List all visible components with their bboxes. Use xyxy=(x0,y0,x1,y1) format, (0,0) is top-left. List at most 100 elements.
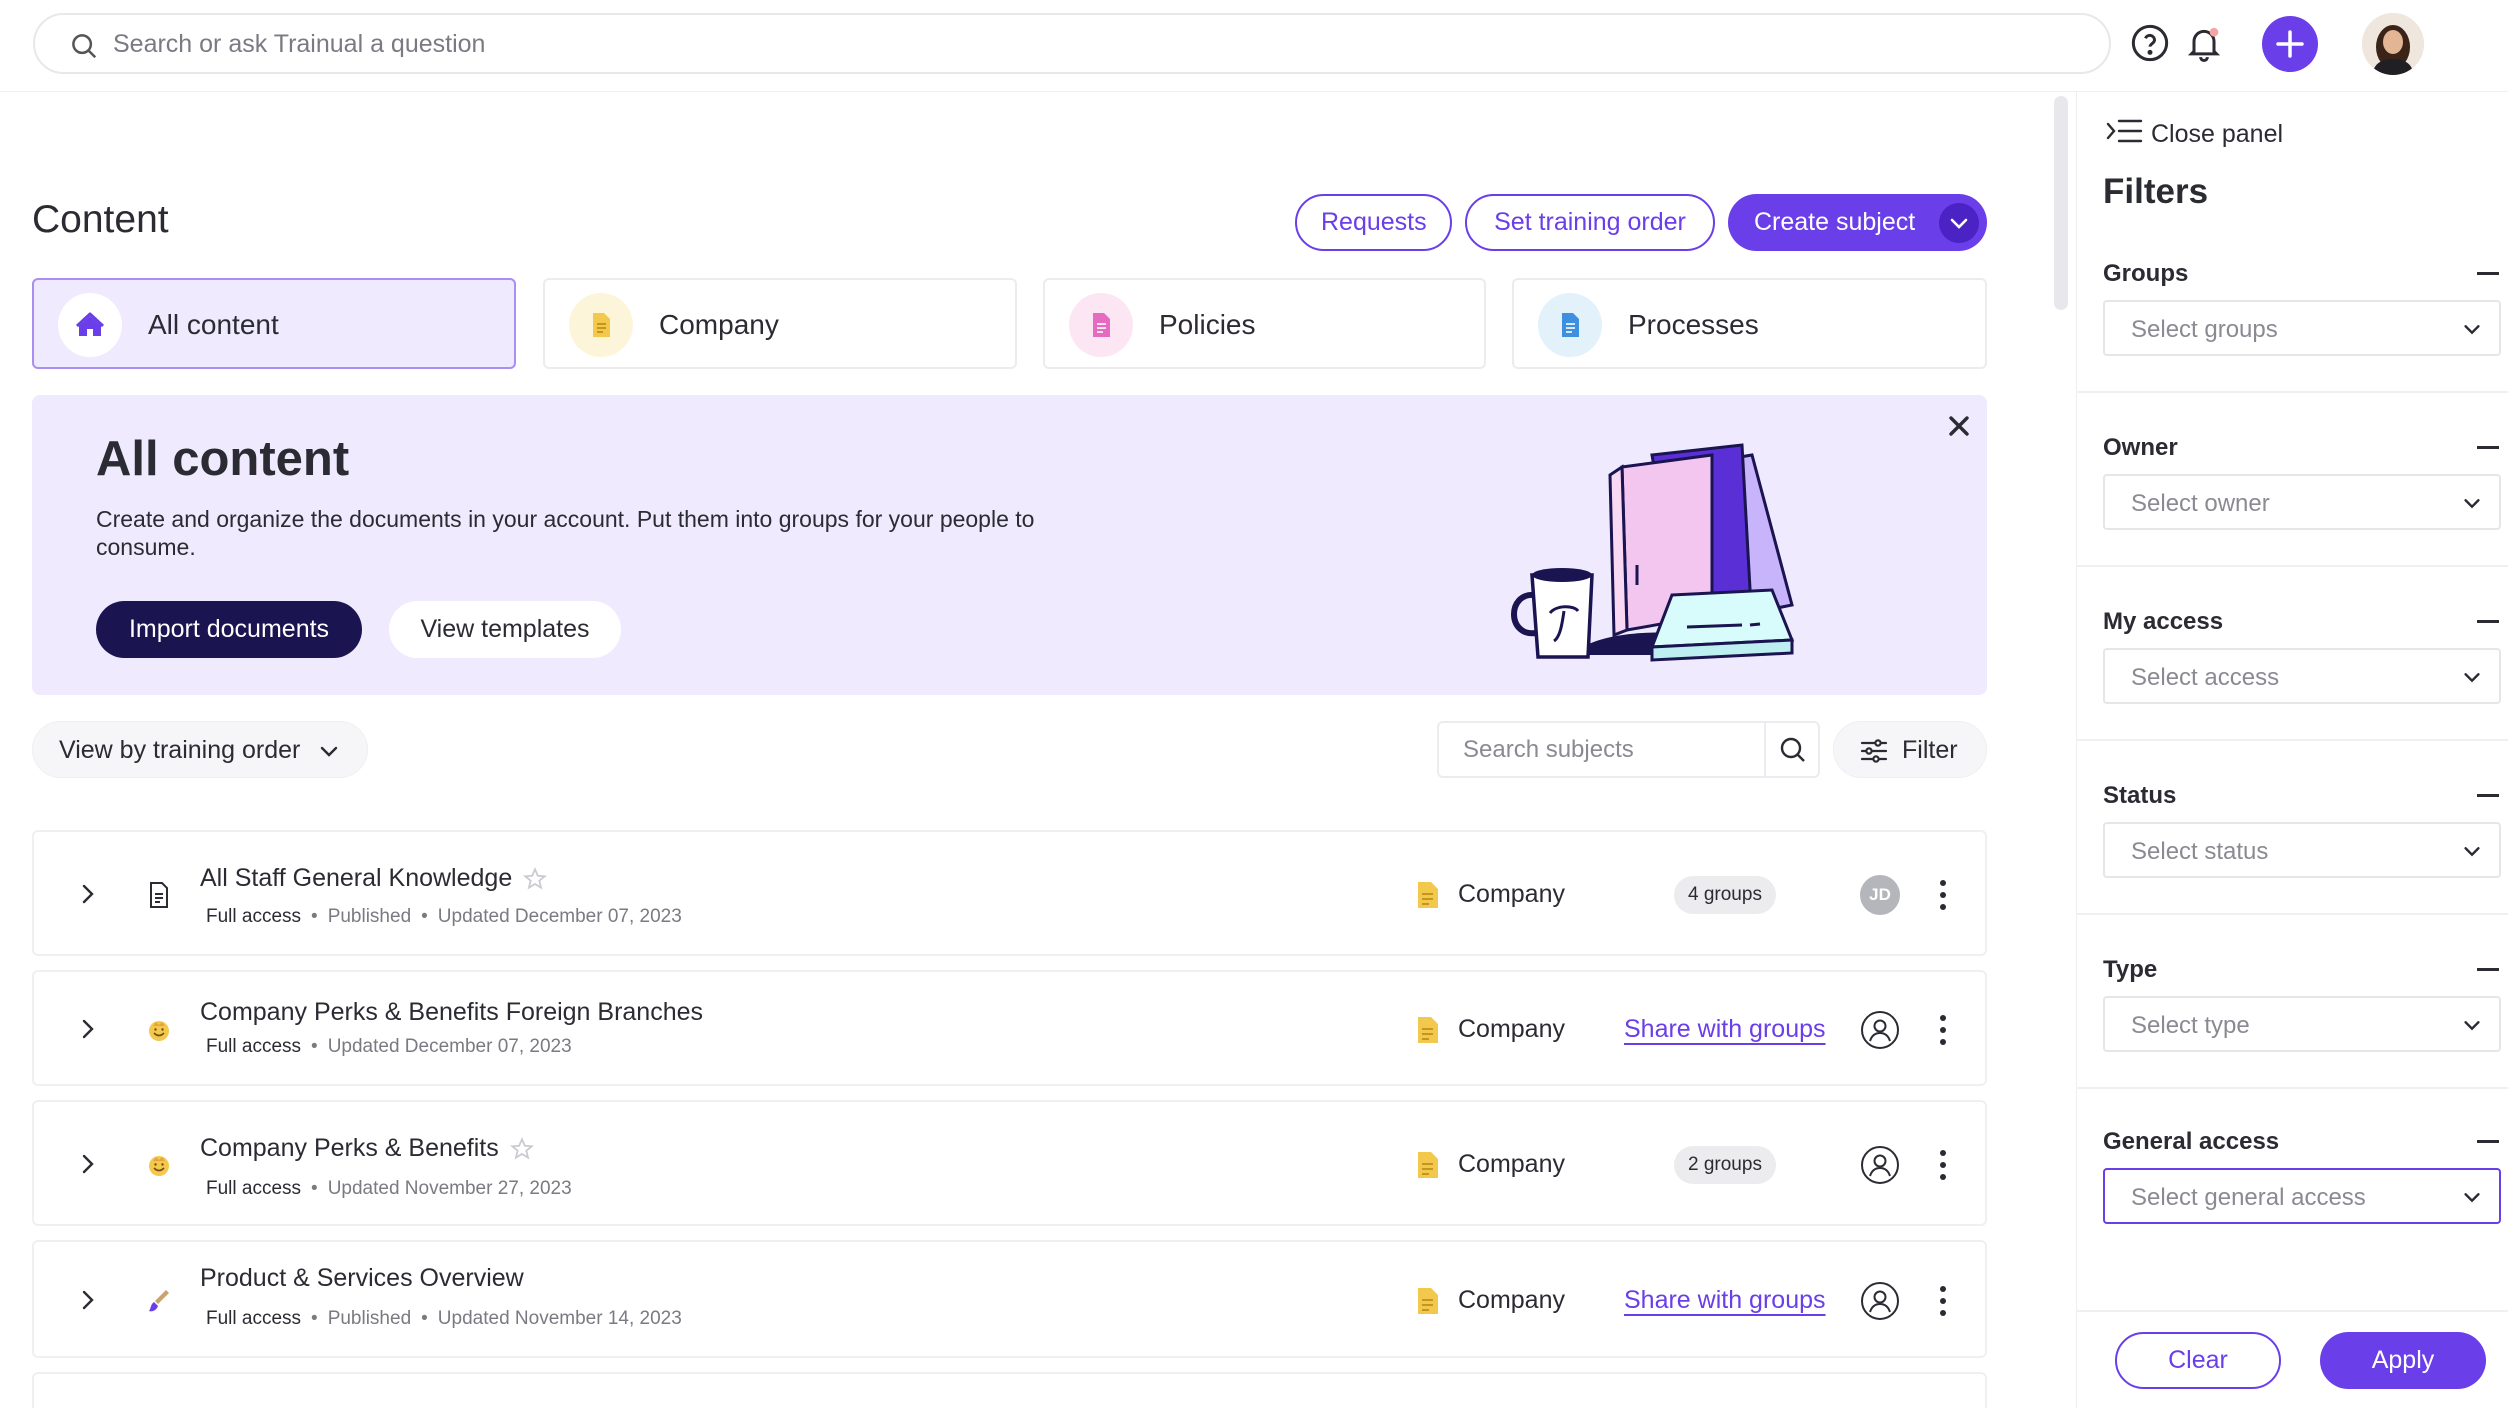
row-title[interactable]: Product & Services Overview xyxy=(200,1264,524,1293)
filter-label: Type xyxy=(2103,956,2158,983)
create-subject-button[interactable]: Create subject xyxy=(1728,194,1987,251)
apply-filters-button[interactable]: Apply xyxy=(2320,1332,2486,1389)
more-options-icon[interactable] xyxy=(1936,1148,1950,1182)
table-row[interactable]: Product & Services Overview Full access •… xyxy=(32,1240,1987,1358)
category-all-content[interactable]: All content xyxy=(32,278,516,369)
plus-icon xyxy=(2276,30,2304,58)
person-icon[interactable] xyxy=(1860,1281,1900,1321)
filter-button[interactable]: Filter xyxy=(1833,721,1987,778)
global-search[interactable] xyxy=(33,13,2111,74)
view-by-dropdown[interactable]: View by training order xyxy=(32,721,368,778)
filters-panel: Close panel Filters Groups Select groups… xyxy=(2076,92,2508,1408)
category-policies[interactable]: Policies xyxy=(1043,278,1486,369)
category-label: Company xyxy=(659,309,779,340)
clear-filters-button[interactable]: Clear xyxy=(2115,1332,2281,1389)
filter-label: General access xyxy=(2103,1128,2280,1155)
set-training-order-button[interactable]: Set training order xyxy=(1465,194,1715,251)
subject-search-input[interactable] xyxy=(1463,733,1763,767)
subject-search[interactable] xyxy=(1437,721,1820,778)
person-icon[interactable] xyxy=(1860,1010,1900,1050)
row-group-type: Company xyxy=(1458,880,1565,908)
filters-title: Filters xyxy=(2103,172,2209,211)
chevron-down-icon xyxy=(2464,325,2480,335)
category-company[interactable]: Company xyxy=(543,278,1017,369)
row-meta: Full access • Updated November 27, 2023 xyxy=(206,1178,572,1199)
collapse-section-icon[interactable] xyxy=(2477,272,2499,275)
select-status-dropdown[interactable]: Select status xyxy=(2103,822,2501,878)
category-label: Processes xyxy=(1628,309,1759,340)
share-with-groups-link[interactable]: Share with groups xyxy=(1624,1286,1826,1315)
user-avatar[interactable] xyxy=(2362,13,2424,75)
content-scrollbar[interactable] xyxy=(2054,96,2068,310)
more-options-icon[interactable] xyxy=(1936,1284,1950,1318)
chevron-right-icon[interactable] xyxy=(74,1286,102,1314)
select-owner-dropdown[interactable]: Select owner xyxy=(2103,474,2501,530)
row-group-type: Company xyxy=(1458,1150,1565,1178)
smiling-emoji-icon xyxy=(149,1156,169,1176)
filter-label: My access xyxy=(2103,608,2224,635)
select-general-access-dropdown[interactable]: Select general access xyxy=(2103,1168,2501,1224)
star-icon[interactable] xyxy=(522,866,548,892)
row-meta: Full access • Published • Updated December 0… xyxy=(206,906,682,927)
requests-button[interactable]: Requests xyxy=(1295,194,1452,251)
view-by-label: View by training order xyxy=(59,736,301,764)
category-processes[interactable]: Processes xyxy=(1512,278,1987,369)
collapse-section-icon[interactable] xyxy=(2477,794,2499,797)
row-meta: Full access • Updated December 07, 2023 xyxy=(206,1036,572,1057)
table-row[interactable] xyxy=(32,1372,1987,1408)
collapse-section-icon[interactable] xyxy=(2477,446,2499,449)
collapse-panel-icon xyxy=(2106,119,2143,143)
chevron-right-icon[interactable] xyxy=(74,880,102,908)
view-templates-button[interactable]: View templates xyxy=(389,601,621,658)
row-title[interactable]: Company Perks & Benefits Foreign Branche… xyxy=(200,998,703,1027)
collapse-section-icon[interactable] xyxy=(2477,968,2499,971)
section-divider xyxy=(2077,391,2508,393)
select-access-dropdown[interactable]: Select access xyxy=(2103,648,2501,704)
groups-badge[interactable]: 2 groups xyxy=(1674,1146,1776,1184)
filter-label: Status xyxy=(2103,782,2177,809)
table-row[interactable]: Company Perks & Benefits Full access • Upd… xyxy=(32,1100,1987,1226)
chevron-down-icon xyxy=(1950,218,1968,229)
collapse-section-icon[interactable] xyxy=(2477,620,2499,623)
section-divider xyxy=(2077,1087,2508,1089)
more-options-icon[interactable] xyxy=(1936,1013,1950,1047)
create-subject-dropdown[interactable] xyxy=(1939,203,1979,243)
select-groups-dropdown[interactable]: Select groups xyxy=(2103,300,2501,356)
import-documents-button[interactable]: Import documents xyxy=(96,601,362,658)
chevron-right-icon[interactable] xyxy=(74,1150,102,1178)
home-icon xyxy=(58,293,122,357)
chevron-down-icon xyxy=(320,746,338,757)
select-type-dropdown[interactable]: Select type xyxy=(2103,996,2501,1052)
global-search-input[interactable] xyxy=(113,23,2013,65)
quick-add-button[interactable] xyxy=(2262,16,2318,72)
collapse-section-icon[interactable] xyxy=(2477,1140,2499,1143)
all-content-banner: All content Create and organize the docu… xyxy=(32,395,1987,695)
create-subject-label: Create subject xyxy=(1754,208,1916,236)
notification-bell-icon[interactable] xyxy=(2184,23,2224,63)
table-row[interactable]: All Staff General Knowledge Full access •… xyxy=(32,830,1987,956)
top-bar xyxy=(0,0,2508,92)
star-icon[interactable] xyxy=(509,1136,535,1162)
company-doc-icon xyxy=(569,293,633,357)
section-divider xyxy=(2077,565,2508,567)
more-options-icon[interactable] xyxy=(1936,878,1950,912)
row-title[interactable]: All Staff General Knowledge xyxy=(200,864,548,893)
document-icon xyxy=(150,882,168,908)
avatar-portrait-icon xyxy=(2362,13,2424,75)
table-row[interactable]: Company Perks & Benefits Foreign Branche… xyxy=(32,970,1987,1086)
chevron-right-icon[interactable] xyxy=(74,1015,102,1043)
owner-avatar[interactable]: JD xyxy=(1860,875,1900,915)
panel-footer: Clear Apply xyxy=(2077,1310,2508,1408)
person-icon[interactable] xyxy=(1860,1145,1900,1185)
close-icon[interactable] xyxy=(1944,411,1974,441)
groups-badge[interactable]: 4 groups xyxy=(1674,876,1776,914)
company-doc-icon xyxy=(1418,882,1438,908)
subject-search-button[interactable] xyxy=(1764,723,1818,776)
process-doc-icon xyxy=(1538,293,1602,357)
help-icon[interactable] xyxy=(2130,23,2170,63)
banner-description: Create and organize the documents in you… xyxy=(96,506,1035,560)
row-meta: Full access • Published • Updated November 1… xyxy=(206,1308,682,1329)
share-with-groups-link[interactable]: Share with groups xyxy=(1624,1015,1826,1044)
chevron-down-icon xyxy=(2464,499,2480,509)
row-title[interactable]: Company Perks & Benefits xyxy=(200,1134,535,1163)
